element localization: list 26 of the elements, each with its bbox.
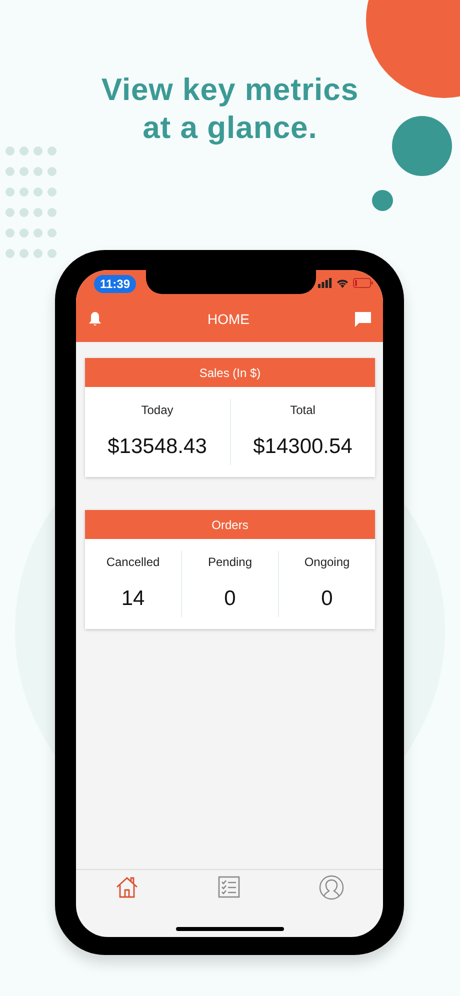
card-header: Sales (In $) [85,358,375,387]
metric-label: Total [290,403,316,417]
checklist-icon [218,876,240,898]
chat-icon[interactable] [355,312,371,326]
dot-decoration [372,190,393,211]
signal-icon [318,278,332,288]
metric-value: 0 [224,587,236,611]
metric-label: Pending [208,555,252,569]
metric-label: Cancelled [106,555,160,569]
home-icon [115,875,140,899]
metric-value: $14300.54 [253,435,352,459]
metric-value: 14 [121,587,145,611]
app-title: HOME [208,311,250,327]
headline: at a glance. [142,110,318,146]
card-header: Orders [85,510,375,539]
headline: View key metrics [101,72,359,108]
metric-label: Ongoing [304,555,350,569]
bell-icon[interactable] [88,311,102,327]
battery-icon [353,278,373,288]
status-time: 11:39 [94,275,136,293]
wifi-icon [336,278,349,288]
person-icon [318,874,344,900]
metric-value: $13548.43 [108,435,207,459]
circle-decoration [392,116,452,176]
metric-value: 0 [321,587,333,611]
metric-label: Today [141,403,174,417]
